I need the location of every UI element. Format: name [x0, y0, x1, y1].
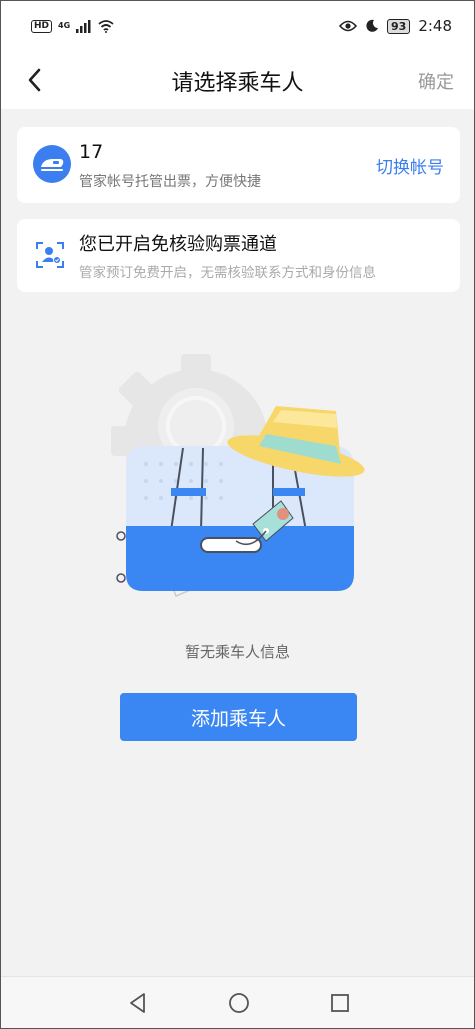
- square-recent-icon[interactable]: [327, 990, 353, 1016]
- nav-bar: 请选择乘车人 确定: [1, 51, 474, 109]
- status-time: 2:48: [418, 17, 452, 35]
- verification-free-description: 管家预订免费开启，无需核验联系方式和身份信息: [79, 265, 376, 281]
- face-scan-icon: [36, 242, 64, 268]
- page-title: 请选择乘车人: [171, 71, 304, 96]
- status-left: HD 4G: [31, 19, 114, 33]
- account-avatar: [33, 145, 71, 183]
- empty-state-message: 暂无乘车人信息: [184, 643, 290, 661]
- wifi-icon: [98, 19, 114, 33]
- status-bar: HD 4G 93 2:48: [1, 1, 474, 51]
- add-passenger-button[interactable]: 添加乘车人: [120, 693, 357, 741]
- status-right: 93 2:48: [339, 17, 452, 35]
- train-icon: [41, 159, 64, 171]
- circle-home-icon[interactable]: [226, 990, 252, 1016]
- moon-icon: [366, 19, 378, 32]
- network-type: 4G: [58, 21, 71, 30]
- verification-free-card: 您已开启免核验购票通道 管家预订免费开启，无需核验联系方式和身份信息: [17, 219, 460, 292]
- eye-icon: [339, 20, 357, 32]
- triangle-back-icon[interactable]: [125, 990, 151, 1016]
- account-card: 17 管家帐号托管出票，方便快捷 切换帐号: [17, 127, 460, 203]
- empty-suitcase-illustration: [111, 354, 365, 597]
- system-navigation-bar: [1, 976, 474, 1028]
- app-frame: HD 4G 93 2:48 请选择乘车人 确定 17 管家帐号托管出票，方便快捷…: [0, 0, 475, 1029]
- battery-indicator: 93: [387, 18, 411, 34]
- signal-icon: [76, 19, 91, 33]
- verification-free-title: 您已开启免核验购票通道: [79, 234, 277, 255]
- switch-account-button[interactable]: 切换帐号: [376, 153, 444, 178]
- account-description: 管家帐号托管出票，方便快捷: [79, 174, 261, 190]
- account-number: 17: [79, 141, 104, 163]
- confirm-button[interactable]: 确定: [418, 68, 454, 94]
- hd-badge: HD: [31, 19, 53, 33]
